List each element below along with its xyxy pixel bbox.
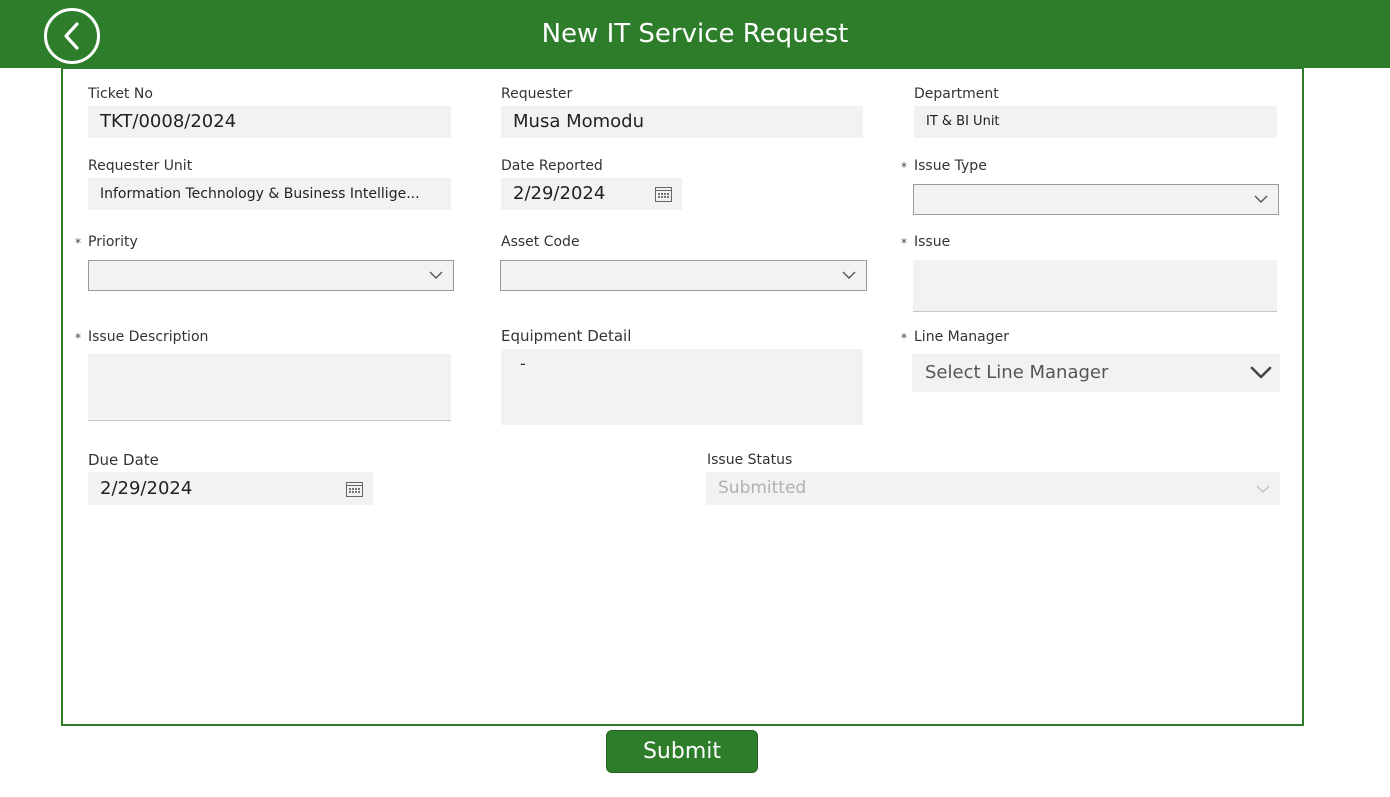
requester-field[interactable]: Musa Momodu xyxy=(501,106,863,138)
issue-type-label: Issue Type xyxy=(914,158,987,174)
issue-label: Issue xyxy=(914,234,951,250)
calendar-icon[interactable] xyxy=(655,186,672,202)
requester-value: Musa Momodu xyxy=(513,111,644,132)
priority-label: Priority xyxy=(88,234,138,250)
ticket-no-label: Ticket No xyxy=(88,86,153,102)
equipment-detail-field: - xyxy=(501,349,863,425)
ticket-no-value: TKT/0008/2024 xyxy=(100,111,237,132)
issue-description-required-mark: * xyxy=(75,331,81,345)
requester-unit-value: Information Technology & Business Intell… xyxy=(100,186,420,202)
asset-code-dropdown[interactable] xyxy=(500,260,867,291)
issue-status-label: Issue Status xyxy=(707,452,793,468)
department-field[interactable]: IT & BI Unit xyxy=(914,106,1277,138)
chevron-down-icon xyxy=(1254,195,1268,203)
due-date-picker[interactable]: 2/29/2024 xyxy=(88,472,373,505)
ticket-no-field[interactable]: TKT/0008/2024 xyxy=(88,106,451,138)
requester-unit-label: Requester Unit xyxy=(88,158,193,174)
chevron-down-icon xyxy=(1250,366,1272,379)
date-reported-picker[interactable]: 2/29/2024 xyxy=(501,178,682,210)
asset-code-label: Asset Code xyxy=(501,234,580,250)
line-manager-placeholder: Select Line Manager xyxy=(925,362,1109,383)
issue-input[interactable] xyxy=(913,260,1277,312)
issue-status-value: Submitted xyxy=(718,478,807,498)
issue-description-label: Issue Description xyxy=(88,329,209,345)
line-manager-required-mark: * xyxy=(901,331,907,345)
chevron-down-icon xyxy=(1256,485,1270,493)
priority-required-mark: * xyxy=(75,236,81,250)
calendar-icon[interactable] xyxy=(346,481,363,497)
issue-type-required-mark: * xyxy=(901,160,907,174)
line-manager-label: Line Manager xyxy=(914,329,1009,345)
issue-status-dropdown: Submitted xyxy=(706,472,1280,505)
issue-type-dropdown[interactable] xyxy=(913,184,1279,215)
requester-label: Requester xyxy=(501,86,573,102)
date-reported-label: Date Reported xyxy=(501,158,603,174)
date-reported-value: 2/29/2024 xyxy=(513,183,606,204)
issue-required-mark: * xyxy=(901,236,907,250)
due-date-value: 2/29/2024 xyxy=(100,478,193,499)
requester-unit-field[interactable]: Information Technology & Business Intell… xyxy=(88,178,451,210)
department-value: IT & BI Unit xyxy=(926,114,1000,129)
due-date-label: Due Date xyxy=(88,451,159,469)
line-manager-dropdown[interactable]: Select Line Manager xyxy=(912,354,1280,392)
equipment-detail-value: - xyxy=(520,354,526,373)
header-bar: New IT Service Request xyxy=(0,0,1390,68)
submit-button[interactable]: Submit xyxy=(606,730,758,773)
chevron-down-icon xyxy=(429,271,443,279)
department-label: Department xyxy=(914,86,999,102)
priority-dropdown[interactable] xyxy=(88,260,454,291)
issue-description-textarea[interactable] xyxy=(88,354,451,421)
page-title: New IT Service Request xyxy=(541,19,849,49)
equipment-detail-label: Equipment Detail xyxy=(501,327,632,345)
chevron-down-icon xyxy=(842,271,856,279)
